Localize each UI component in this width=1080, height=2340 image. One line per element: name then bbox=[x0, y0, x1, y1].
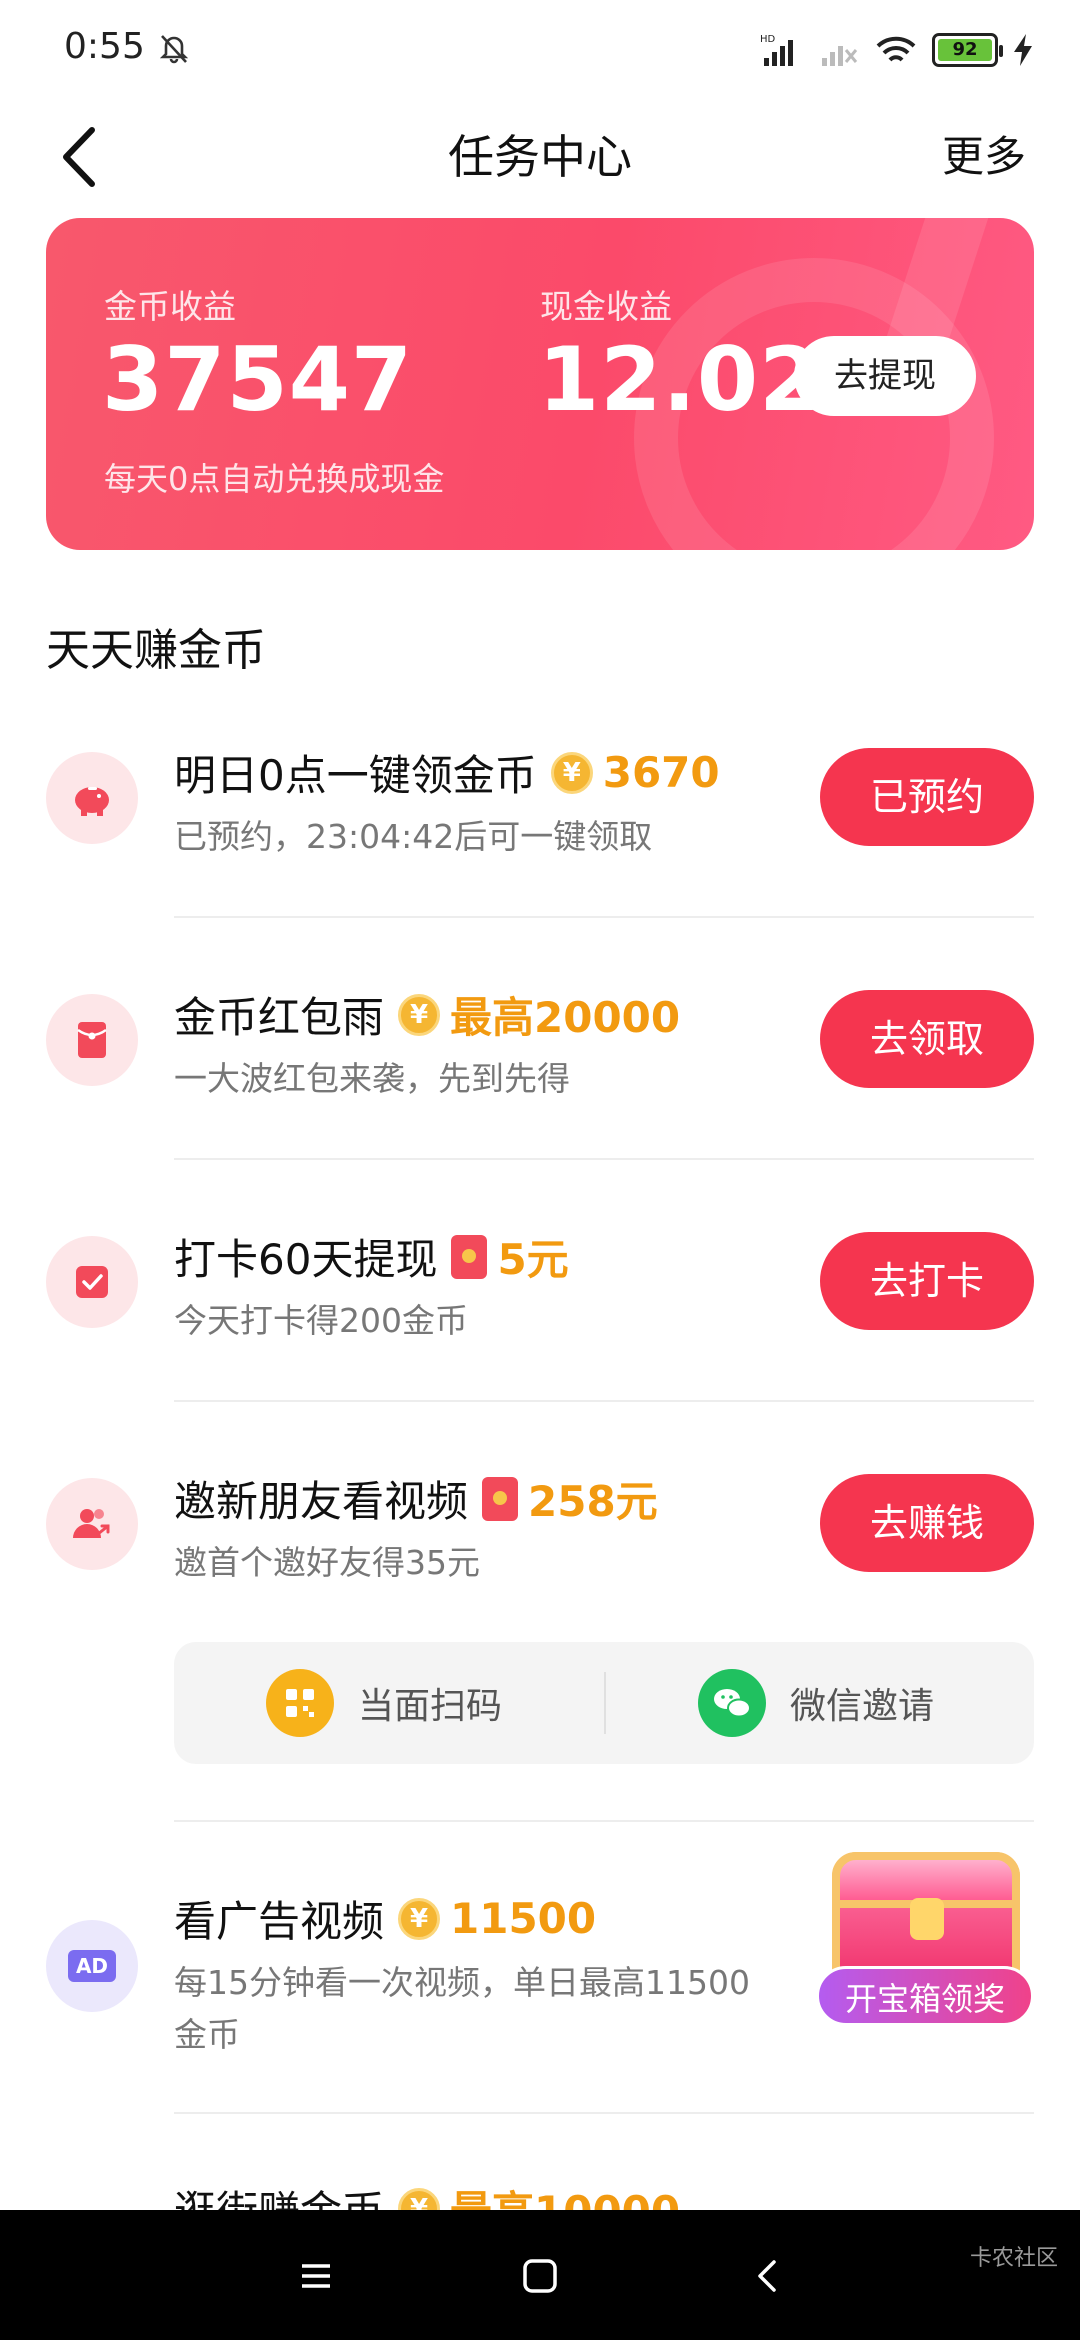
earn-money-button[interactable]: 去赚钱 bbox=[820, 1474, 1034, 1572]
wechat-icon bbox=[698, 1669, 766, 1737]
task-subtitle-line2: 金币 bbox=[174, 2015, 240, 2054]
task-subtitle-line1: 每15分钟看一次视频，单日最高11500 bbox=[174, 1963, 750, 2002]
wechat-invite-label: 微信邀请 bbox=[790, 1686, 935, 1727]
ad-icon-text: AD bbox=[68, 1950, 116, 1982]
page-title: 任务中心 bbox=[448, 130, 632, 184]
svg-text:HD: HD bbox=[760, 34, 776, 45]
ad-icon: AD bbox=[46, 1920, 138, 2012]
task-title: 看广告视频 ¥ 11500 bbox=[174, 1888, 596, 1949]
red-envelope-icon bbox=[46, 994, 138, 1086]
withdraw-button[interactable]: 去提现 bbox=[794, 336, 976, 416]
divider bbox=[174, 1400, 1034, 1402]
scan-invite-label: 当面扫码 bbox=[358, 1686, 503, 1727]
reserved-button[interactable]: 已预约 bbox=[820, 748, 1034, 846]
claim-button[interactable]: 去领取 bbox=[820, 990, 1034, 1088]
status-bar: 0:55 HD 92 bbox=[0, 0, 1080, 100]
section-title: 天天赚金币 bbox=[46, 625, 266, 676]
mute-bell-icon bbox=[159, 35, 189, 64]
checkbox-icon bbox=[46, 1236, 138, 1328]
divider bbox=[174, 2112, 1034, 2114]
task-subtitle: 已预约，23:04:42后可一键领取 bbox=[174, 817, 653, 856]
watermark: 卡农社区 bbox=[969, 2246, 1058, 2271]
task-reward: 258元 bbox=[528, 1477, 658, 1526]
divider bbox=[174, 1820, 1034, 1822]
task-title-text: 金币红包雨 bbox=[174, 993, 385, 1042]
earnings-card: 金币收益 37547 现金收益 12.02 去提现 每天0点自动兑换成现金 bbox=[46, 218, 1034, 550]
red-packet-icon bbox=[451, 1234, 488, 1279]
divider bbox=[174, 916, 1034, 918]
red-packet-icon bbox=[482, 1476, 519, 1521]
coin-icon: ¥ bbox=[398, 1897, 441, 1940]
task-subtitle: 邀首个邀好友得35元 bbox=[174, 1543, 480, 1582]
cash-earnings-value[interactable]: 12.02 bbox=[538, 328, 821, 431]
header: 任务中心 更多 bbox=[0, 100, 1080, 220]
coin-icon: ¥ bbox=[550, 751, 593, 794]
invite-separator bbox=[604, 1672, 606, 1734]
invite-panel: 当面扫码 微信邀请 bbox=[174, 1642, 1034, 1764]
exchange-note: 每天0点自动兑换成现金 bbox=[104, 460, 445, 498]
task-title-text: 邀新朋友看视频 bbox=[174, 1477, 469, 1526]
task-reward: 最高20000 bbox=[450, 993, 681, 1042]
task-title: 明日0点一键领金币 ¥ 3670 bbox=[174, 742, 720, 803]
system-nav-bar bbox=[0, 2210, 1080, 2340]
checkin-button[interactable]: 去打卡 bbox=[820, 1232, 1034, 1330]
task-subtitle: 一大波红包来袭，先到先得 bbox=[174, 1059, 570, 1098]
battery-level: 92 bbox=[938, 39, 992, 61]
coin-earnings-value[interactable]: 37547 bbox=[102, 328, 413, 431]
task-title: 打卡60天提现 5元 bbox=[174, 1226, 569, 1287]
menu-icon[interactable] bbox=[286, 2246, 346, 2306]
coin-icon: ¥ bbox=[398, 993, 441, 1036]
coin-earnings-label: 金币收益 bbox=[104, 287, 236, 326]
treasure-label: 开宝箱领奖 bbox=[816, 1966, 1034, 2026]
signal-icon: HD bbox=[760, 34, 793, 66]
back-icon[interactable] bbox=[738, 2246, 798, 2306]
piggy-bank-icon bbox=[46, 752, 138, 844]
more-button[interactable]: 更多 bbox=[942, 112, 1026, 202]
chest-lock-icon bbox=[910, 1898, 944, 1940]
battery-icon: 92 bbox=[932, 33, 1003, 67]
invite-friends-icon bbox=[46, 1478, 138, 1570]
task-reward: 3670 bbox=[602, 748, 720, 797]
task-title: 邀新朋友看视频 258元 bbox=[174, 1468, 658, 1529]
status-icons: HD 92 bbox=[760, 30, 1034, 70]
divider bbox=[174, 1158, 1034, 1160]
qr-code-icon bbox=[266, 1669, 334, 1737]
home-icon[interactable] bbox=[510, 2246, 570, 2306]
wifi-icon bbox=[876, 36, 916, 62]
task-reward: 11500 bbox=[450, 1894, 597, 1943]
task-title-text: 明日0点一键领金币 bbox=[174, 751, 537, 800]
treasure-chest-button[interactable]: 开宝箱领奖 bbox=[816, 1832, 1038, 2032]
charging-icon bbox=[1014, 34, 1032, 66]
task-title-text: 看广告视频 bbox=[174, 1897, 385, 1946]
wechat-invite-button[interactable]: 微信邀请 bbox=[698, 1642, 934, 1764]
scan-invite-button[interactable]: 当面扫码 bbox=[266, 1642, 502, 1764]
task-subtitle: 今天打卡得200金币 bbox=[174, 1301, 468, 1340]
cash-earnings-label: 现金收益 bbox=[540, 287, 672, 326]
task-reward: 5元 bbox=[497, 1235, 569, 1284]
task-title: 金币红包雨 ¥ 最高20000 bbox=[174, 984, 680, 1045]
status-time: 0:55 bbox=[64, 26, 145, 67]
signal-2-icon bbox=[822, 46, 858, 66]
task-title-text: 打卡60天提现 bbox=[174, 1235, 438, 1284]
